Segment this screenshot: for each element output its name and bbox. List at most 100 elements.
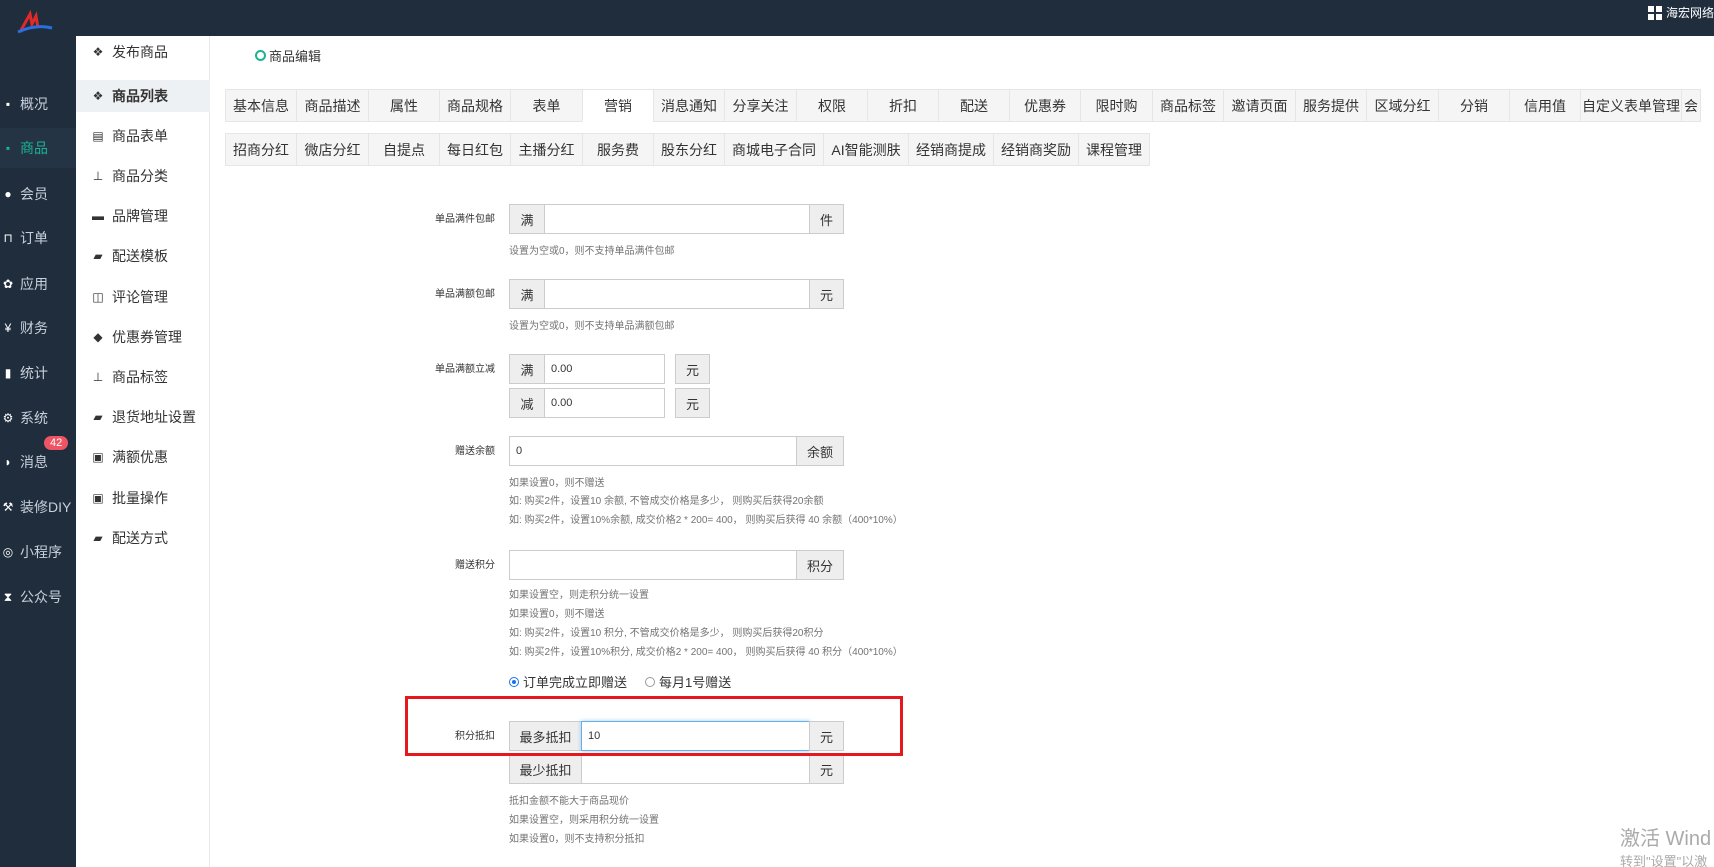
- tab-custom-form[interactable]: 自定义表单管理: [1580, 89, 1682, 122]
- nav-item-diy[interactable]: ⚒ 装修DIY: [0, 487, 76, 527]
- single-free-ship-input[interactable]: [544, 204, 810, 234]
- tab-anchor-bonus[interactable]: 主播分红: [510, 133, 583, 166]
- nav-item-system[interactable]: ⚙ 系统: [0, 398, 76, 438]
- columns-icon: ◫: [92, 290, 104, 304]
- subnav-coupons[interactable]: ◆ 优惠券管理: [76, 321, 210, 353]
- cubes-icon: ❖: [92, 89, 104, 103]
- nav-item-finance[interactable]: ¥ 财务: [0, 308, 76, 348]
- single-reduce-full-suffix: 元: [675, 354, 710, 384]
- tab-credit[interactable]: 信用值: [1509, 89, 1581, 122]
- nav-item-stats[interactable]: ▮ 统计: [0, 353, 76, 393]
- gift-points-help-3: 如: 购买2件，设置10 积分, 不管成交价格是多少， 则购买后获得20积分: [509, 628, 824, 639]
- nav-item-miniprogram[interactable]: ◎ 小程序: [0, 532, 76, 572]
- subnav-shipping-template[interactable]: ▰ 配送模板: [76, 240, 210, 272]
- brand-name: 海宏网络: [1665, 6, 1714, 20]
- nav-item-official-account[interactable]: ⧗ 公众号: [0, 577, 76, 617]
- gift-icon: ▣: [92, 450, 104, 464]
- tab-permission[interactable]: 权限: [796, 89, 868, 122]
- wechat-icon: ◎: [2, 545, 14, 559]
- tab-e-contract[interactable]: 商城电子合同: [724, 133, 824, 166]
- brand-menu[interactable]: 海宏网络: [1647, 4, 1714, 21]
- gift-balance-help-1: 如果设置0，则不赠送: [509, 478, 605, 489]
- tab-discount[interactable]: 折扣: [867, 89, 939, 122]
- single-reduce-minus-prefix: 减: [509, 388, 545, 418]
- radio-monthly[interactable]: [645, 676, 656, 687]
- tab-goods-tags[interactable]: 商品标签: [1152, 89, 1224, 122]
- points-deduct-min-suffix: 元: [809, 754, 844, 784]
- tab-delivery[interactable]: 配送: [938, 89, 1010, 122]
- nav-item-goods[interactable]: ▪ 商品: [0, 128, 76, 168]
- nav-item-overview[interactable]: ▪ 概况: [0, 84, 76, 124]
- subnav-goods-tags[interactable]: ⊥ 商品标签: [76, 361, 210, 393]
- nav-item-messages[interactable]: ◗ 消息 42: [0, 436, 76, 482]
- nav-item-apps[interactable]: ✿ 应用: [0, 264, 76, 304]
- radio-immediate-label[interactable]: 订单完成立即赠送: [523, 672, 627, 691]
- tab-form[interactable]: 表单: [510, 89, 583, 122]
- subnav-comments[interactable]: ◫ 评论管理: [76, 281, 210, 313]
- tab-notification[interactable]: 消息通知: [653, 89, 725, 122]
- main-sidebar: ▪ 概况 ▪ 商品 ● 会员 ⊓ 订单 ✿ 应用 ¥ 财务 ▮ 统计 ⚙ 系统 ◗ 消息 42 ⚒ 装…: [0, 36, 76, 867]
- tab-shareholder-bonus[interactable]: 股东分红: [653, 133, 725, 166]
- tab-region-bonus[interactable]: 区域分红: [1366, 89, 1439, 122]
- tab-row-2: 招商分红 微店分红 自提点 每日红包 主播分红 服务费 股东分红 商城电子合同 …: [225, 133, 1150, 166]
- subnav-goods-category[interactable]: ⊥ 商品分类: [76, 160, 210, 192]
- subnav-delivery-method[interactable]: ▰ 配送方式: [76, 522, 210, 554]
- single-free-ship-label: 单品满件包邮: [435, 214, 495, 225]
- grid-icon: [1647, 5, 1662, 20]
- chart-icon: ▮: [4, 366, 12, 380]
- tab-specs[interactable]: 商品规格: [439, 89, 511, 122]
- tab-service[interactable]: 服务提供: [1295, 89, 1367, 122]
- gears-icon: ⚙: [2, 411, 14, 425]
- single-free-ship-help: 设置为空或0，则不支持单品满件包邮: [509, 246, 675, 257]
- subnav-goods-list[interactable]: ❖ 商品列表: [76, 80, 210, 112]
- gift-balance-input[interactable]: 0: [509, 436, 797, 466]
- single-amount-ship-input[interactable]: [544, 279, 810, 309]
- tab-dealer-reward[interactable]: 经销商奖励: [993, 133, 1079, 166]
- tab-flash-sale[interactable]: 限时购: [1080, 89, 1153, 122]
- subnav-return-address[interactable]: ▰ 退货地址设置: [76, 401, 210, 433]
- subnav-goods-form[interactable]: ▤ 商品表单: [76, 120, 210, 152]
- message-icon: ◗: [4, 455, 12, 469]
- subnav-brand[interactable]: ▬ 品牌管理: [76, 200, 210, 232]
- tab-merchant-bonus[interactable]: 招商分红: [225, 133, 297, 166]
- tab-dealer-commission[interactable]: 经销商提成: [908, 133, 994, 166]
- tab-coupon[interactable]: 优惠券: [1009, 89, 1081, 122]
- gift-points-help-2: 如果设置0，则不赠送: [509, 609, 605, 620]
- tab-invite-page[interactable]: 邀请页面: [1223, 89, 1296, 122]
- highlight-box: [405, 696, 903, 756]
- tags-icon: ◆: [93, 330, 103, 344]
- briefcase-icon: ▬: [92, 209, 104, 223]
- subnav-batch[interactable]: ▣ 批量操作: [76, 482, 210, 514]
- single-reduce-minus-input[interactable]: 0.00: [544, 388, 665, 418]
- gift-points-input[interactable]: [509, 550, 797, 580]
- nav-item-members[interactable]: ● 会员: [0, 174, 76, 214]
- tab-member-truncated[interactable]: 会: [1681, 89, 1701, 122]
- tab-ai-skin[interactable]: AI智能测肤: [823, 133, 909, 166]
- gift-balance-help-2: 如: 购买2件，设置10 余额, 不管成交价格是多少， 则购买后获得20余额: [509, 496, 824, 507]
- tab-pickup-point[interactable]: 自提点: [368, 133, 440, 166]
- tab-service-fee[interactable]: 服务费: [582, 133, 654, 166]
- single-free-ship-suffix: 件: [809, 204, 844, 234]
- tab-course[interactable]: 课程管理: [1078, 133, 1150, 166]
- subnav-publish-goods[interactable]: ❖ 发布商品: [76, 36, 210, 68]
- points-deduct-min-input[interactable]: [581, 754, 810, 784]
- tab-marketing[interactable]: 营销: [582, 89, 654, 122]
- truck-icon: ▰: [93, 410, 103, 424]
- message-badge: 42: [44, 436, 69, 450]
- gift-balance-help-3: 如: 购买2件，设置10%余额, 成交价格2 * 200= 400， 则购买后获…: [509, 515, 903, 526]
- single-reduce-full-input[interactable]: 0.00: [544, 354, 665, 384]
- points-deduct-min-prefix: 最少抵扣: [509, 754, 582, 784]
- nav-item-orders[interactable]: ⊓ 订单: [0, 218, 76, 258]
- tab-share[interactable]: 分享关注: [724, 89, 797, 122]
- tab-microshop-bonus[interactable]: 微店分红: [296, 133, 369, 166]
- radio-monthly-label[interactable]: 每月1号赠送: [659, 672, 731, 691]
- tab-basic-info[interactable]: 基本信息: [225, 89, 297, 122]
- circle-icon: [255, 50, 266, 61]
- subnav-full-discount[interactable]: ▣ 满额优惠: [76, 441, 210, 473]
- tab-distribution[interactable]: 分销: [1438, 89, 1510, 122]
- tab-attributes[interactable]: 属性: [368, 89, 440, 122]
- tab-description[interactable]: 商品描述: [296, 89, 369, 122]
- tab-daily-redpack[interactable]: 每日红包: [439, 133, 511, 166]
- brand-logo[interactable]: [14, 8, 54, 34]
- radio-immediate[interactable]: [509, 676, 519, 687]
